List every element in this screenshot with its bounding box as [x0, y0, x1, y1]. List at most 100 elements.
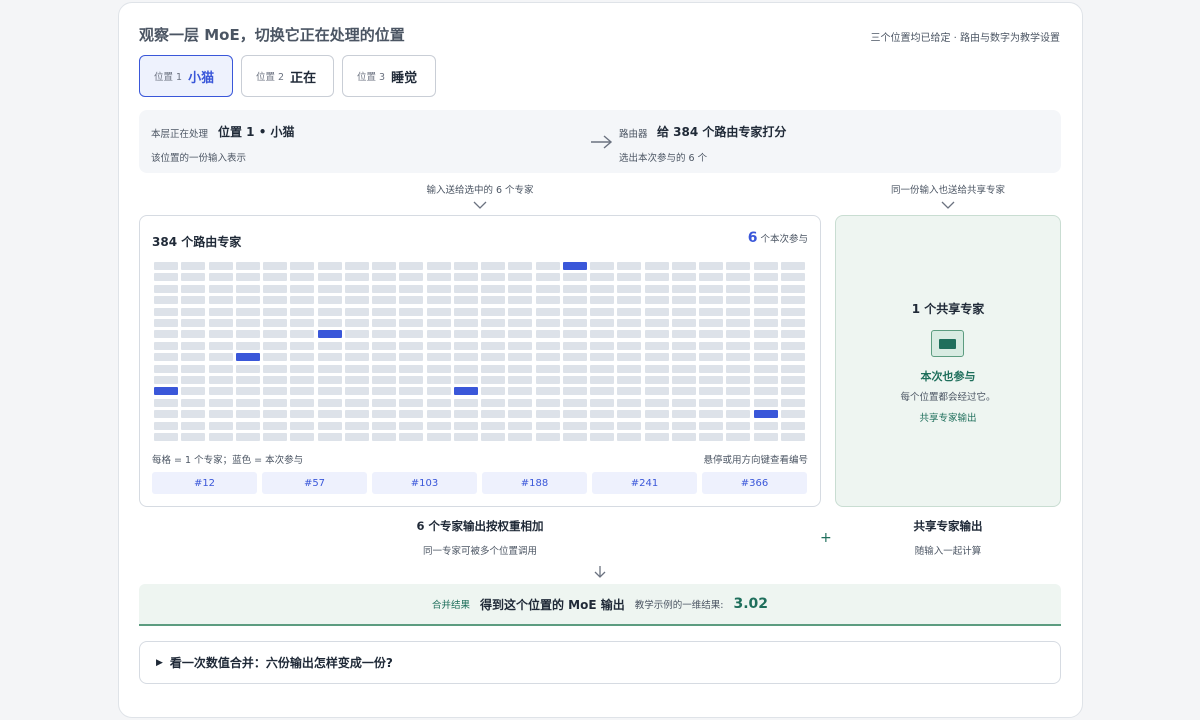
expert-cell[interactable]	[181, 262, 206, 270]
expert-cell[interactable]	[235, 410, 260, 419]
expert-cell[interactable]	[317, 307, 342, 316]
expert-cell[interactable]	[154, 262, 178, 270]
expert-cell[interactable]	[399, 353, 424, 362]
expert-cell[interactable]	[535, 307, 560, 316]
expert-cell[interactable]	[317, 433, 342, 441]
expert-cell[interactable]	[344, 341, 369, 350]
expert-cell[interactable]	[181, 330, 206, 339]
expert-cell[interactable]	[753, 387, 778, 396]
expert-chip[interactable]: #366	[702, 472, 807, 494]
expert-cell[interactable]	[263, 341, 287, 350]
expert-cell[interactable]	[426, 433, 451, 441]
expert-cell[interactable]	[699, 398, 723, 407]
expert-cell[interactable]	[263, 330, 287, 339]
expert-cell[interactable]	[726, 330, 751, 339]
expert-cell[interactable]	[617, 398, 642, 407]
expert-cell[interactable]	[208, 330, 233, 339]
expert-cell[interactable]	[154, 296, 178, 305]
expert-cell[interactable]	[699, 262, 723, 270]
expert-cell[interactable]	[235, 433, 260, 441]
expert-cell[interactable]	[508, 421, 533, 430]
expert-cell[interactable]	[508, 410, 533, 419]
expert-cell[interactable]	[644, 319, 669, 327]
expert-cell[interactable]	[399, 330, 424, 339]
expert-cell-active[interactable]	[753, 410, 778, 419]
expert-cell[interactable]	[344, 421, 369, 430]
expert-cell[interactable]	[671, 353, 696, 362]
expert-cell[interactable]	[481, 319, 505, 327]
expert-cell[interactable]	[290, 307, 315, 316]
expert-cell-active[interactable]	[235, 353, 260, 362]
expert-cell[interactable]	[426, 353, 451, 362]
expert-cell[interactable]	[780, 341, 805, 350]
expert-cell[interactable]	[453, 398, 478, 407]
expert-cell[interactable]	[344, 364, 369, 373]
expert-cell[interactable]	[344, 376, 369, 384]
expert-cell[interactable]	[508, 319, 533, 327]
expert-cell[interactable]	[753, 262, 778, 270]
expert-cell[interactable]	[590, 262, 614, 270]
expert-cell[interactable]	[263, 410, 287, 419]
expert-cell[interactable]	[590, 433, 614, 441]
expert-cell[interactable]	[372, 376, 396, 384]
expert-cell[interactable]	[154, 398, 178, 407]
expert-cell[interactable]	[208, 341, 233, 350]
expert-cell[interactable]	[590, 410, 614, 419]
expert-cell[interactable]	[426, 398, 451, 407]
expert-cell[interactable]	[181, 364, 206, 373]
expert-cell[interactable]	[290, 341, 315, 350]
expert-chip[interactable]: #12	[152, 472, 257, 494]
expert-cell[interactable]	[426, 330, 451, 339]
expert-cell[interactable]	[726, 273, 751, 282]
expert-cell[interactable]	[644, 307, 669, 316]
expert-cell[interactable]	[590, 307, 614, 316]
expert-cell[interactable]	[154, 273, 178, 282]
expert-cell[interactable]	[508, 330, 533, 339]
expert-cell[interactable]	[426, 421, 451, 430]
expert-chip[interactable]: #241	[592, 472, 697, 494]
expert-cell[interactable]	[699, 330, 723, 339]
expert-cell[interactable]	[508, 398, 533, 407]
expert-cell[interactable]	[399, 398, 424, 407]
expert-cell[interactable]	[780, 387, 805, 396]
expert-cell[interactable]	[699, 410, 723, 419]
expert-cell[interactable]	[726, 262, 751, 270]
expert-cell[interactable]	[181, 284, 206, 293]
expert-cell[interactable]	[317, 296, 342, 305]
expert-cell[interactable]	[317, 410, 342, 419]
expert-cell[interactable]	[372, 341, 396, 350]
expert-cell[interactable]	[617, 376, 642, 384]
expert-cell[interactable]	[344, 307, 369, 316]
expert-cell[interactable]	[317, 284, 342, 293]
expert-cell[interactable]	[235, 398, 260, 407]
expert-cell[interactable]	[617, 353, 642, 362]
expert-cell[interactable]	[481, 398, 505, 407]
expert-cell[interactable]	[780, 273, 805, 282]
expert-cell[interactable]	[263, 364, 287, 373]
expert-cell[interactable]	[344, 410, 369, 419]
expert-cell[interactable]	[317, 262, 342, 270]
expert-cell[interactable]	[508, 341, 533, 350]
expert-cell[interactable]	[263, 433, 287, 441]
expert-cell[interactable]	[372, 410, 396, 419]
expert-cell[interactable]	[317, 353, 342, 362]
expert-cell[interactable]	[208, 364, 233, 373]
expert-cell[interactable]	[208, 387, 233, 396]
expert-cell[interactable]	[671, 364, 696, 373]
expert-cell[interactable]	[590, 376, 614, 384]
expert-cell[interactable]	[426, 273, 451, 282]
expert-cell[interactable]	[235, 376, 260, 384]
expert-cell-active[interactable]	[154, 387, 178, 396]
expert-cell[interactable]	[344, 262, 369, 270]
expert-cell[interactable]	[780, 364, 805, 373]
expert-cell[interactable]	[154, 353, 178, 362]
expert-cell[interactable]	[644, 262, 669, 270]
expert-cell[interactable]	[426, 376, 451, 384]
expert-cell[interactable]	[235, 273, 260, 282]
expert-cell[interactable]	[780, 433, 805, 441]
expert-cell[interactable]	[699, 353, 723, 362]
expert-cell[interactable]	[154, 410, 178, 419]
expert-cell[interactable]	[235, 341, 260, 350]
expert-cell[interactable]	[317, 273, 342, 282]
expert-cell[interactable]	[481, 410, 505, 419]
